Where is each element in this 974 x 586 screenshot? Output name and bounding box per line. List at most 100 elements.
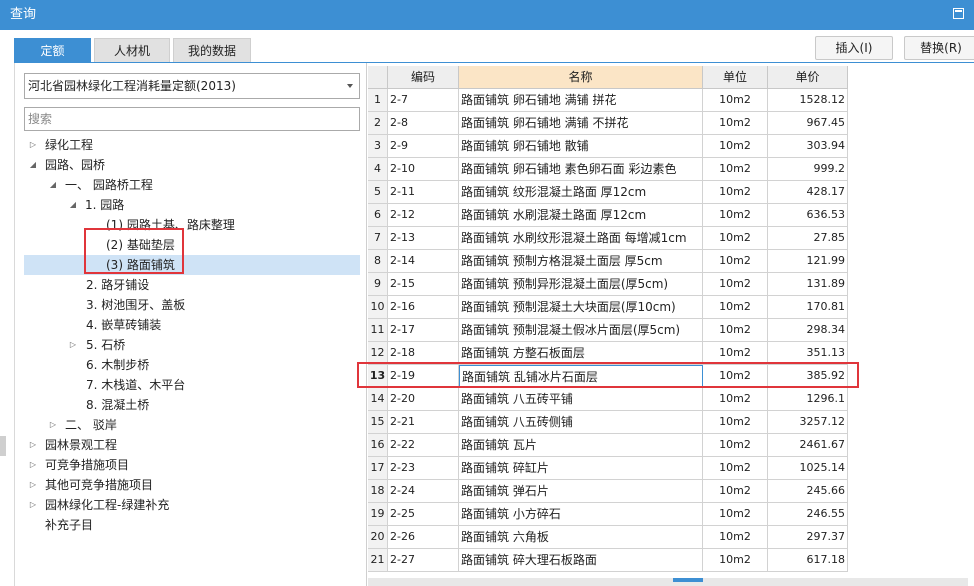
code-cell[interactable]: 2-20 xyxy=(388,388,459,411)
code-cell[interactable]: 2-24 xyxy=(388,480,459,503)
row-index[interactable]: 1 xyxy=(368,89,388,112)
expand-arrow-icon[interactable]: ▷ xyxy=(28,475,38,495)
maximize-icon[interactable] xyxy=(953,8,964,19)
tab-my-data[interactable]: 我的数据 xyxy=(173,38,251,62)
price-cell[interactable]: 170.81 xyxy=(768,296,848,319)
code-cell[interactable]: 2-17 xyxy=(388,319,459,342)
price-cell[interactable]: 2461.67 xyxy=(768,434,848,457)
price-cell[interactable]: 121.99 xyxy=(768,250,848,273)
insert-button[interactable]: 插入(I) xyxy=(815,36,893,60)
row-index[interactable]: 19 xyxy=(368,503,388,526)
table-row[interactable]: 11 2-17 路面铺筑 预制混凝土假冰片面层(厚5cm) 10m2 298.34 xyxy=(368,319,848,342)
name-cell[interactable]: 路面铺筑 瓦片 xyxy=(459,434,703,457)
tree-node[interactable]: 8. 混凝土桥 xyxy=(15,395,367,415)
price-cell[interactable]: 967.45 xyxy=(768,112,848,135)
unit-cell[interactable]: 10m2 xyxy=(703,480,768,503)
price-cell[interactable]: 1296.1 xyxy=(768,388,848,411)
code-cell[interactable]: 2-10 xyxy=(388,158,459,181)
name-cell[interactable]: 路面铺筑 六角板 xyxy=(459,526,703,549)
code-cell[interactable]: 2-8 xyxy=(388,112,459,135)
table-row[interactable]: 14 2-20 路面铺筑 八五砖平铺 10m2 1296.1 xyxy=(368,388,848,411)
dropdown-arrow-icon[interactable] xyxy=(347,84,353,88)
unit-cell[interactable]: 10m2 xyxy=(703,434,768,457)
row-index[interactable]: 4 xyxy=(368,158,388,181)
row-index[interactable]: 14 xyxy=(368,388,388,411)
table-row[interactable]: 5 2-11 路面铺筑 纹形混凝土路面 厚12cm 10m2 428.17 xyxy=(368,181,848,204)
code-cell[interactable]: 2-13 xyxy=(388,227,459,250)
row-index[interactable]: 3 xyxy=(368,135,388,158)
unit-cell[interactable]: 10m2 xyxy=(703,503,768,526)
price-cell[interactable]: 27.85 xyxy=(768,227,848,250)
row-index[interactable]: 15 xyxy=(368,411,388,434)
unit-cell[interactable]: 10m2 xyxy=(703,273,768,296)
table-row[interactable]: 8 2-14 路面铺筑 预制方格混凝土面层 厚5cm 10m2 121.99 xyxy=(368,250,848,273)
row-index[interactable]: 9 xyxy=(368,273,388,296)
tree-node[interactable]: (2) 基础垫层 xyxy=(15,235,367,255)
code-cell[interactable]: 2-14 xyxy=(388,250,459,273)
table-row[interactable]: 10 2-16 路面铺筑 预制混凝土大块面层(厚10cm) 10m2 170.81 xyxy=(368,296,848,319)
unit-cell[interactable]: 10m2 xyxy=(703,411,768,434)
tree-node-selected[interactable]: (3) 路面铺筑 xyxy=(15,255,367,275)
price-cell[interactable]: 428.17 xyxy=(768,181,848,204)
code-cell[interactable]: 2-26 xyxy=(388,526,459,549)
unit-cell[interactable]: 10m2 xyxy=(703,388,768,411)
tree-node[interactable]: ▷ 二、 驳岸 xyxy=(15,415,367,435)
table-row[interactable]: 2 2-8 路面铺筑 卵石铺地 满铺 不拼花 10m2 967.45 xyxy=(368,112,848,135)
table-row[interactable]: 3 2-9 路面铺筑 卵石铺地 散铺 10m2 303.94 xyxy=(368,135,848,158)
name-cell[interactable]: 路面铺筑 水刷混凝土路面 厚12cm xyxy=(459,204,703,227)
tree-node[interactable]: 4. 嵌草砖铺装 xyxy=(15,315,367,335)
expand-arrow-icon[interactable]: ▷ xyxy=(48,415,58,435)
name-cell[interactable]: 路面铺筑 预制混凝土假冰片面层(厚5cm) xyxy=(459,319,703,342)
price-cell[interactable]: 999.2 xyxy=(768,158,848,181)
unit-cell[interactable]: 10m2 xyxy=(703,549,768,572)
row-index[interactable]: 8 xyxy=(368,250,388,273)
code-cell[interactable]: 2-21 xyxy=(388,411,459,434)
panel-divider[interactable] xyxy=(366,63,367,586)
table-row[interactable]: 21 2-27 路面铺筑 碎大理石板路面 10m2 617.18 xyxy=(368,549,848,572)
name-cell[interactable]: 路面铺筑 卵石铺地 素色卵石面 彩边素色 xyxy=(459,158,703,181)
unit-cell[interactable]: 10m2 xyxy=(703,135,768,158)
row-index[interactable]: 11 xyxy=(368,319,388,342)
price-cell[interactable]: 1528.12 xyxy=(768,89,848,112)
replace-button[interactable]: 替换(R) xyxy=(904,36,974,60)
table-row[interactable]: 20 2-26 路面铺筑 六角板 10m2 297.37 xyxy=(368,526,848,549)
tree-node[interactable]: 6. 木制步桥 xyxy=(15,355,367,375)
name-cell[interactable]: 路面铺筑 碎缸片 xyxy=(459,457,703,480)
table-row[interactable]: 15 2-21 路面铺筑 八五砖侧铺 10m2 3257.12 xyxy=(368,411,848,434)
panel-edge-handle[interactable] xyxy=(0,436,6,456)
unit-cell[interactable]: 10m2 xyxy=(703,296,768,319)
unit-cell[interactable]: 10m2 xyxy=(703,457,768,480)
price-cell[interactable]: 131.89 xyxy=(768,273,848,296)
code-cell[interactable]: 2-7 xyxy=(388,89,459,112)
table-row[interactable]: 7 2-13 路面铺筑 水刷纹形混凝土路面 每增减1cm 10m2 27.85 xyxy=(368,227,848,250)
name-cell[interactable]: 路面铺筑 弹石片 xyxy=(459,480,703,503)
horizontal-scrollbar[interactable] xyxy=(368,578,968,586)
table-row[interactable]: 6 2-12 路面铺筑 水刷混凝土路面 厚12cm 10m2 636.53 xyxy=(368,204,848,227)
name-cell[interactable]: 路面铺筑 小方碎石 xyxy=(459,503,703,526)
collapse-arrow-icon[interactable]: ◢ xyxy=(68,195,78,215)
row-index[interactable]: 7 xyxy=(368,227,388,250)
code-cell[interactable]: 2-16 xyxy=(388,296,459,319)
tree-node[interactable]: 2. 路牙铺设 xyxy=(15,275,367,295)
table-row[interactable]: 9 2-15 路面铺筑 预制异形混凝土面层(厚5cm) 10m2 131.89 xyxy=(368,273,848,296)
expand-arrow-icon[interactable]: ▷ xyxy=(28,135,38,155)
code-cell[interactable]: 2-15 xyxy=(388,273,459,296)
row-index[interactable]: 5 xyxy=(368,181,388,204)
header-unit[interactable]: 单位 xyxy=(703,66,768,89)
table-row[interactable]: 16 2-22 路面铺筑 瓦片 10m2 2461.67 xyxy=(368,434,848,457)
header-name[interactable]: 名称 xyxy=(459,66,703,89)
header-price[interactable]: 单价 xyxy=(768,66,848,89)
code-cell[interactable]: 2-22 xyxy=(388,434,459,457)
table-row[interactable]: 19 2-25 路面铺筑 小方碎石 10m2 246.55 xyxy=(368,503,848,526)
name-cell[interactable]: 路面铺筑 卵石铺地 满铺 不拼花 xyxy=(459,112,703,135)
row-index[interactable]: 6 xyxy=(368,204,388,227)
name-cell[interactable]: 路面铺筑 预制方格混凝土面层 厚5cm xyxy=(459,250,703,273)
name-cell[interactable]: 路面铺筑 八五砖侧铺 xyxy=(459,411,703,434)
tree-node[interactable]: (1) 园路土基、路床整理 xyxy=(15,215,367,235)
search-input[interactable] xyxy=(24,107,360,131)
expand-arrow-icon[interactable]: ▷ xyxy=(68,335,78,355)
tree-node[interactable]: ▷ 园林景观工程 xyxy=(15,435,367,455)
name-cell[interactable]: 路面铺筑 卵石铺地 散铺 xyxy=(459,135,703,158)
row-index[interactable]: 16 xyxy=(368,434,388,457)
name-cell[interactable]: 路面铺筑 水刷纹形混凝土路面 每增减1cm xyxy=(459,227,703,250)
